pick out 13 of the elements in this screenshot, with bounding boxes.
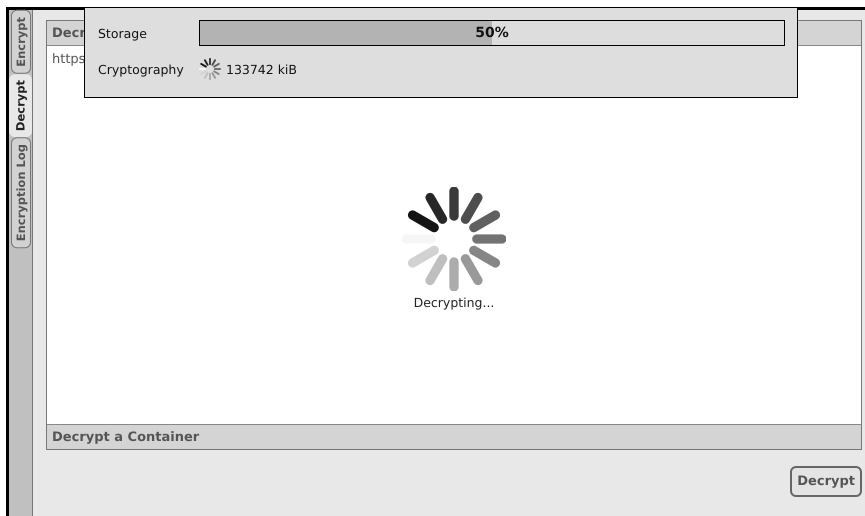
loading-spinner-icon: [402, 187, 506, 291]
status-text: Decrypting...: [414, 295, 494, 310]
panel-footer: Decrypt a Container: [47, 424, 861, 449]
row-label: Cryptography: [98, 62, 185, 76]
url-text: https: [52, 52, 86, 67]
size-reading: 133742 kiB: [226, 62, 297, 76]
spinner-icon: [199, 58, 221, 80]
row-label: Storage: [98, 26, 148, 40]
progress-reading: 50%: [474, 24, 510, 43]
decrypt-button[interactable]: Decrypt: [790, 466, 862, 496]
side-tab[interactable]: Decrypt: [9, 74, 32, 137]
side-tab[interactable]: Encryption Log: [11, 136, 31, 248]
side-tab[interactable]: Encrypt: [11, 10, 31, 74]
